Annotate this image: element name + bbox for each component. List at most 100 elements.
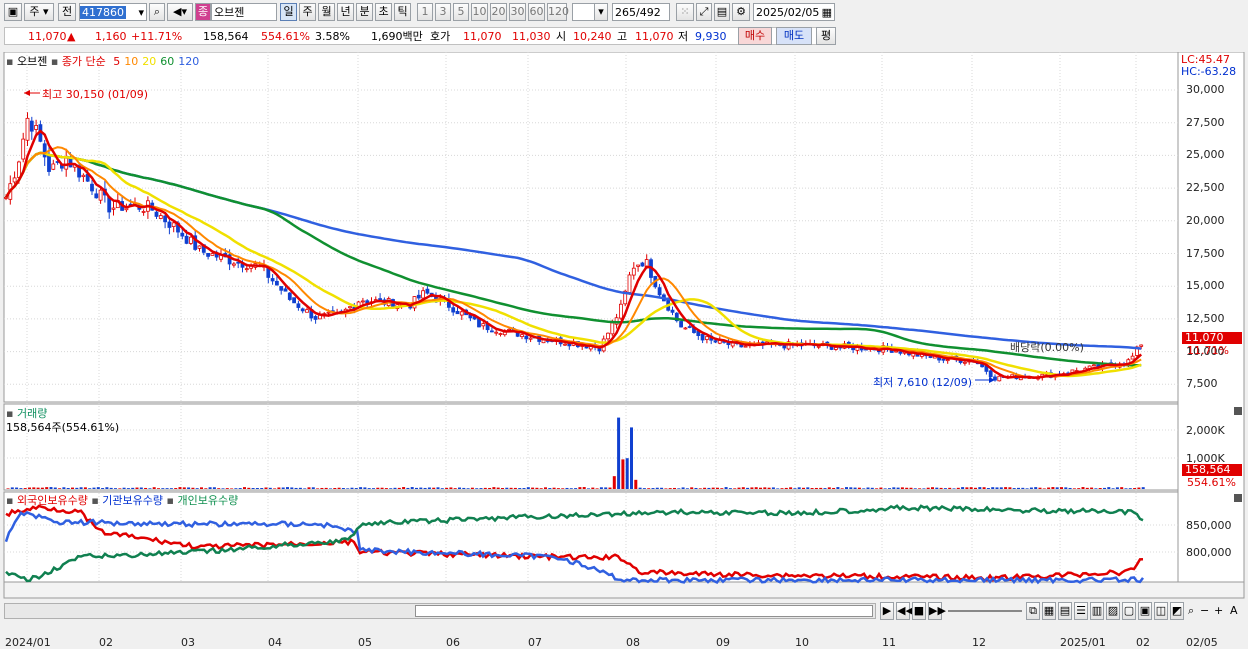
sell-button[interactable]: 매도 xyxy=(776,27,812,45)
candle-body xyxy=(188,236,193,244)
stock-name-field[interactable]: 오브젠 xyxy=(211,3,277,21)
candle-body xyxy=(627,274,632,293)
panel-icon[interactable]: ◩ xyxy=(1170,602,1184,620)
count-current: 265 xyxy=(615,6,636,19)
compare-button[interactable]: 전 xyxy=(58,3,76,21)
volume-bar xyxy=(819,487,823,489)
price-y-tick: 27,500 xyxy=(1186,115,1225,129)
x-tick: 02/05 xyxy=(1186,636,1218,649)
volume-bar xyxy=(1025,488,1029,489)
price-y-tick: 20,000 xyxy=(1186,213,1225,227)
period-button[interactable]: 분 xyxy=(356,3,373,21)
volume-bar xyxy=(496,487,500,489)
rewind-icon[interactable]: ◀◀ xyxy=(896,602,914,620)
minus-icon[interactable]: − xyxy=(1200,602,1209,620)
period-button[interactable]: 초 xyxy=(375,3,392,21)
volume-bar xyxy=(406,487,410,489)
dots-icon[interactable]: ⁙ xyxy=(676,3,694,21)
interval-button[interactable]: 120 xyxy=(547,3,569,21)
volume-bar xyxy=(354,488,358,489)
fast-forward-icon[interactable]: ▶▶ xyxy=(928,602,946,620)
volume-bar xyxy=(943,488,947,489)
scrollbar-thumb[interactable] xyxy=(415,605,873,617)
interval-button[interactable]: 20 xyxy=(490,3,507,21)
speaker-icon[interactable]: ◀▾ xyxy=(167,3,193,21)
chart-area[interactable]: ▪ 오브젠 ▪ 종가 단순 5 10 20 60 120 LC:45.47 HC:-63… xyxy=(0,52,1248,649)
table-icon[interactable]: ▤ xyxy=(1058,602,1072,620)
volume-bar xyxy=(982,487,986,489)
volume-bar xyxy=(660,487,664,489)
low-label: 저 xyxy=(678,30,689,43)
eval-button[interactable]: 평 xyxy=(816,27,836,45)
search-icon[interactable]: ⌕ xyxy=(149,3,165,21)
volume-bar xyxy=(776,488,780,489)
interval-button[interactable]: 1 xyxy=(417,3,433,21)
volume-bar xyxy=(673,487,676,489)
candle-body xyxy=(834,347,838,350)
volume-bar xyxy=(118,488,122,489)
price-y-tick: 25,000 xyxy=(1186,148,1225,162)
legend-ma-periods: 5 10 20 60 120 xyxy=(109,55,199,68)
volume-bar xyxy=(986,488,990,489)
candle-body xyxy=(25,117,30,141)
candle-body xyxy=(300,308,305,312)
buy-button[interactable]: 매수 xyxy=(738,27,772,45)
stop-icon[interactable]: ■ xyxy=(912,602,926,620)
date-field[interactable]: 2025/02/05 ▦ xyxy=(753,3,835,21)
chart-svg[interactable] xyxy=(0,52,1248,621)
volume-bar xyxy=(548,488,552,489)
interval-button[interactable]: 60 xyxy=(528,3,545,21)
grid-icon[interactable]: ▦ xyxy=(1042,602,1056,620)
split-icon[interactable]: ◫ xyxy=(1154,602,1168,620)
window-menu-icon[interactable]: ▣ xyxy=(4,3,22,21)
plus-icon[interactable]: + xyxy=(1214,602,1223,620)
interval-button[interactable]: 3 xyxy=(435,3,451,21)
volume-bar xyxy=(1120,487,1124,489)
volume-bar xyxy=(247,487,251,489)
gear-icon[interactable]: ⚙ xyxy=(732,3,750,21)
calendar-icon[interactable]: ▦ xyxy=(822,4,832,20)
group-icon[interactable]: ⧉ xyxy=(1026,602,1040,620)
volume-bar xyxy=(750,487,754,489)
horizontal-scrollbar[interactable] xyxy=(4,603,876,619)
period-button[interactable]: 틱 xyxy=(394,3,411,21)
legend-ma-period: 10 xyxy=(124,55,139,68)
code-input[interactable]: 417860 ▾ xyxy=(79,3,147,21)
volume-bar xyxy=(445,487,449,489)
interval-button[interactable]: 5 xyxy=(453,3,469,21)
candle-body xyxy=(898,351,903,354)
legend-marker-icon: ▪ xyxy=(50,55,59,68)
volume-bar xyxy=(733,488,737,489)
volume-bar xyxy=(574,488,578,489)
volume-bar xyxy=(599,487,603,489)
play-icon[interactable]: ▶ xyxy=(880,602,894,620)
chevron-down-icon[interactable]: ▾ xyxy=(138,4,144,20)
volume-bar xyxy=(840,488,844,489)
font-size-icon[interactable]: A xyxy=(1230,602,1238,620)
layout-icon[interactable]: ▣ xyxy=(1138,602,1152,620)
chart-icon[interactable]: ▨ xyxy=(1106,602,1120,620)
interval-button[interactable]: 10 xyxy=(471,3,488,21)
count-field[interactable]: 265/492 xyxy=(612,3,670,21)
save-icon[interactable]: ▤ xyxy=(714,3,730,21)
zoom-icon[interactable]: ⌕ xyxy=(1188,602,1194,620)
volume-bar xyxy=(832,487,836,489)
period-button[interactable]: 월 xyxy=(318,3,335,21)
quote-price: 11,070 xyxy=(28,30,67,43)
window-icon[interactable]: ▢ xyxy=(1122,602,1136,620)
period-button[interactable]: 주 xyxy=(299,3,316,21)
period-button[interactable]: 일 xyxy=(280,3,297,21)
period-button[interactable]: 년 xyxy=(337,3,354,21)
bar-icon[interactable]: ▥ xyxy=(1090,602,1104,620)
interval-button[interactable]: 30 xyxy=(509,3,526,21)
speed-slider[interactable] xyxy=(948,610,1022,612)
chevron-down-icon[interactable]: ▾ xyxy=(594,3,608,21)
list-icon[interactable]: ☰ xyxy=(1074,602,1088,620)
volume-bar xyxy=(298,487,302,489)
candle-body xyxy=(81,174,86,178)
candle-body xyxy=(47,154,51,172)
volume-bar xyxy=(96,487,100,489)
period-type-select[interactable]: 주 ▾ xyxy=(24,3,54,21)
draw-icon[interactable]: ⤢ xyxy=(696,3,712,21)
candle-body xyxy=(184,235,189,244)
